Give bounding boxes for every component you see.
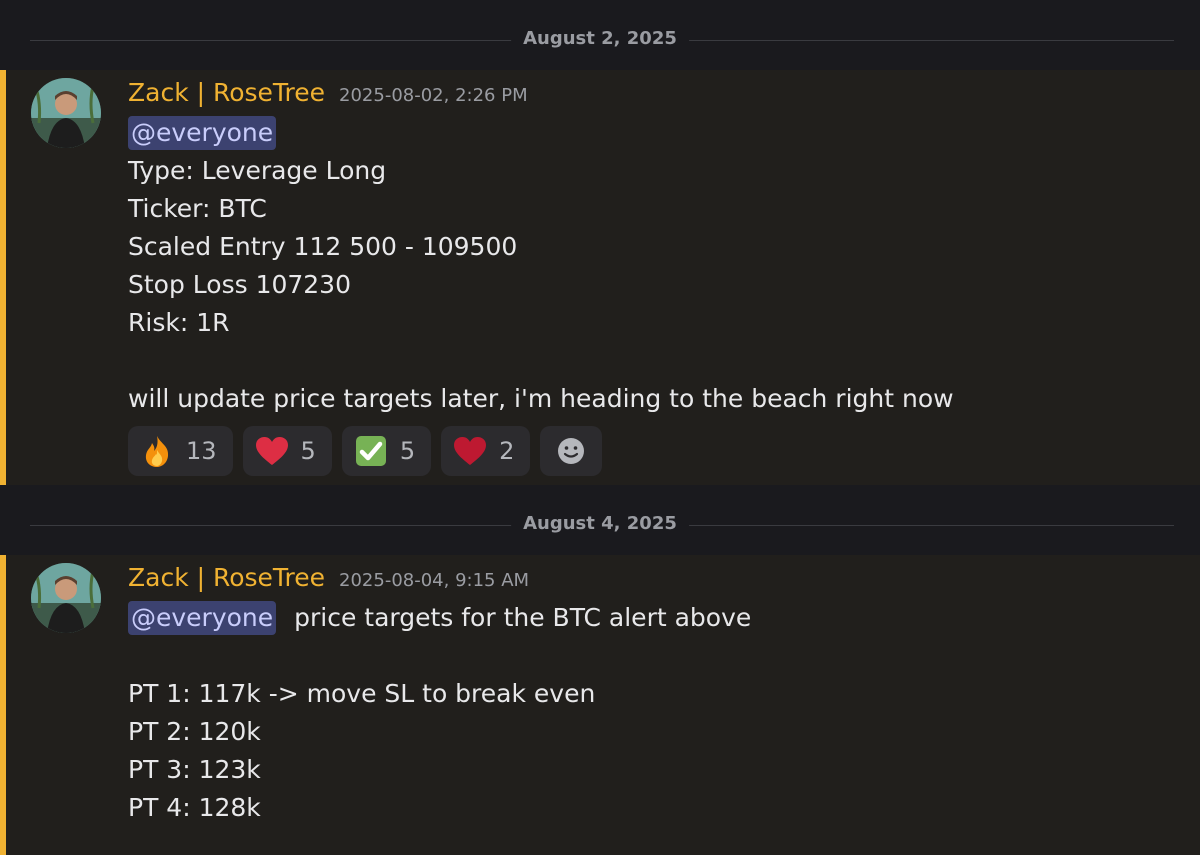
reaction-red-heart[interactable]: 5	[242, 426, 332, 476]
message-line	[128, 637, 1180, 675]
date-divider-label: August 4, 2025	[511, 513, 689, 534]
message-line: Type: Leverage Long	[128, 156, 387, 185]
avatar[interactable]	[31, 78, 101, 148]
date-divider-label: August 2, 2025	[511, 28, 689, 49]
avatar[interactable]	[31, 563, 101, 633]
timestamp[interactable]: 2025-08-04, 9:15 AM	[339, 570, 529, 591]
reaction-heart[interactable]: 2	[441, 426, 531, 476]
check-mark-emoji-icon	[354, 434, 388, 468]
reaction-count: 5	[300, 437, 316, 465]
message-header: Zack | RoseTree 2025-08-02, 2:26 PM	[128, 78, 1180, 114]
timestamp[interactable]: 2025-08-02, 2:26 PM	[339, 85, 528, 106]
message-line: Scaled Entry 112 500 - 109500	[128, 232, 518, 261]
date-divider: August 2, 2025	[0, 0, 1200, 70]
mention-suffix-text: price targets for the BTC alert above	[294, 603, 752, 632]
reaction-count: 5	[399, 437, 416, 465]
chat-view: August 2, 2025 Zack | RoseTree 2025-08-0…	[0, 0, 1200, 855]
message-header: Zack | RoseTree 2025-08-04, 9:15 AM	[128, 563, 1180, 599]
fire-emoji-icon	[140, 434, 174, 468]
heart-emoji-icon	[453, 434, 487, 468]
message-content: Zack | RoseTree 2025-08-02, 2:26 PM @eve…	[128, 78, 1180, 476]
message[interactable]: Zack | RoseTree 2025-08-02, 2:26 PM @eve…	[0, 70, 1200, 485]
mention-everyone[interactable]: @everyone	[128, 601, 277, 635]
mention-line: @everyone price targets for the BTC aler…	[128, 599, 1180, 637]
red-heart-emoji-icon	[255, 434, 289, 468]
message[interactable]: Zack | RoseTree 2025-08-04, 9:15 AM @eve…	[0, 555, 1200, 855]
message-line: PT 4: 128k	[128, 793, 261, 822]
date-divider: August 4, 2025	[0, 485, 1200, 555]
mention-everyone[interactable]: @everyone	[128, 116, 277, 150]
message-line: Ticker: BTC	[128, 194, 267, 223]
message-line: PT 2: 120k	[128, 717, 261, 746]
username[interactable]: Zack | RoseTree	[128, 78, 325, 107]
message-body: PT 1: 117k -> move SL to break even PT 2…	[128, 637, 1180, 827]
message-line: will update price targets later, i'm hea…	[128, 384, 954, 413]
message-line: PT 1: 117k -> move SL to break even	[128, 679, 596, 708]
message-line: Risk: 1R	[128, 308, 230, 337]
message-content: Zack | RoseTree 2025-08-04, 9:15 AM @eve…	[128, 563, 1180, 827]
message-body: Type: Leverage Long Ticker: BTC Scaled E…	[128, 152, 1180, 418]
add-reaction-button[interactable]	[540, 426, 603, 476]
username[interactable]: Zack | RoseTree	[128, 563, 325, 592]
reaction-fire[interactable]: 13	[128, 426, 233, 476]
reaction-count: 2	[499, 437, 515, 465]
smiley-add-reaction-icon	[554, 434, 588, 468]
message-line: PT 3: 123k	[128, 755, 261, 784]
message-line: Stop Loss 107230	[128, 270, 351, 299]
reaction-check-mark[interactable]: 5	[341, 426, 432, 476]
reactions-bar: 13 5 5 2	[128, 426, 1180, 476]
message-line	[128, 342, 1180, 380]
mention-line: @everyone	[128, 114, 1180, 152]
reaction-count: 13	[186, 437, 217, 465]
